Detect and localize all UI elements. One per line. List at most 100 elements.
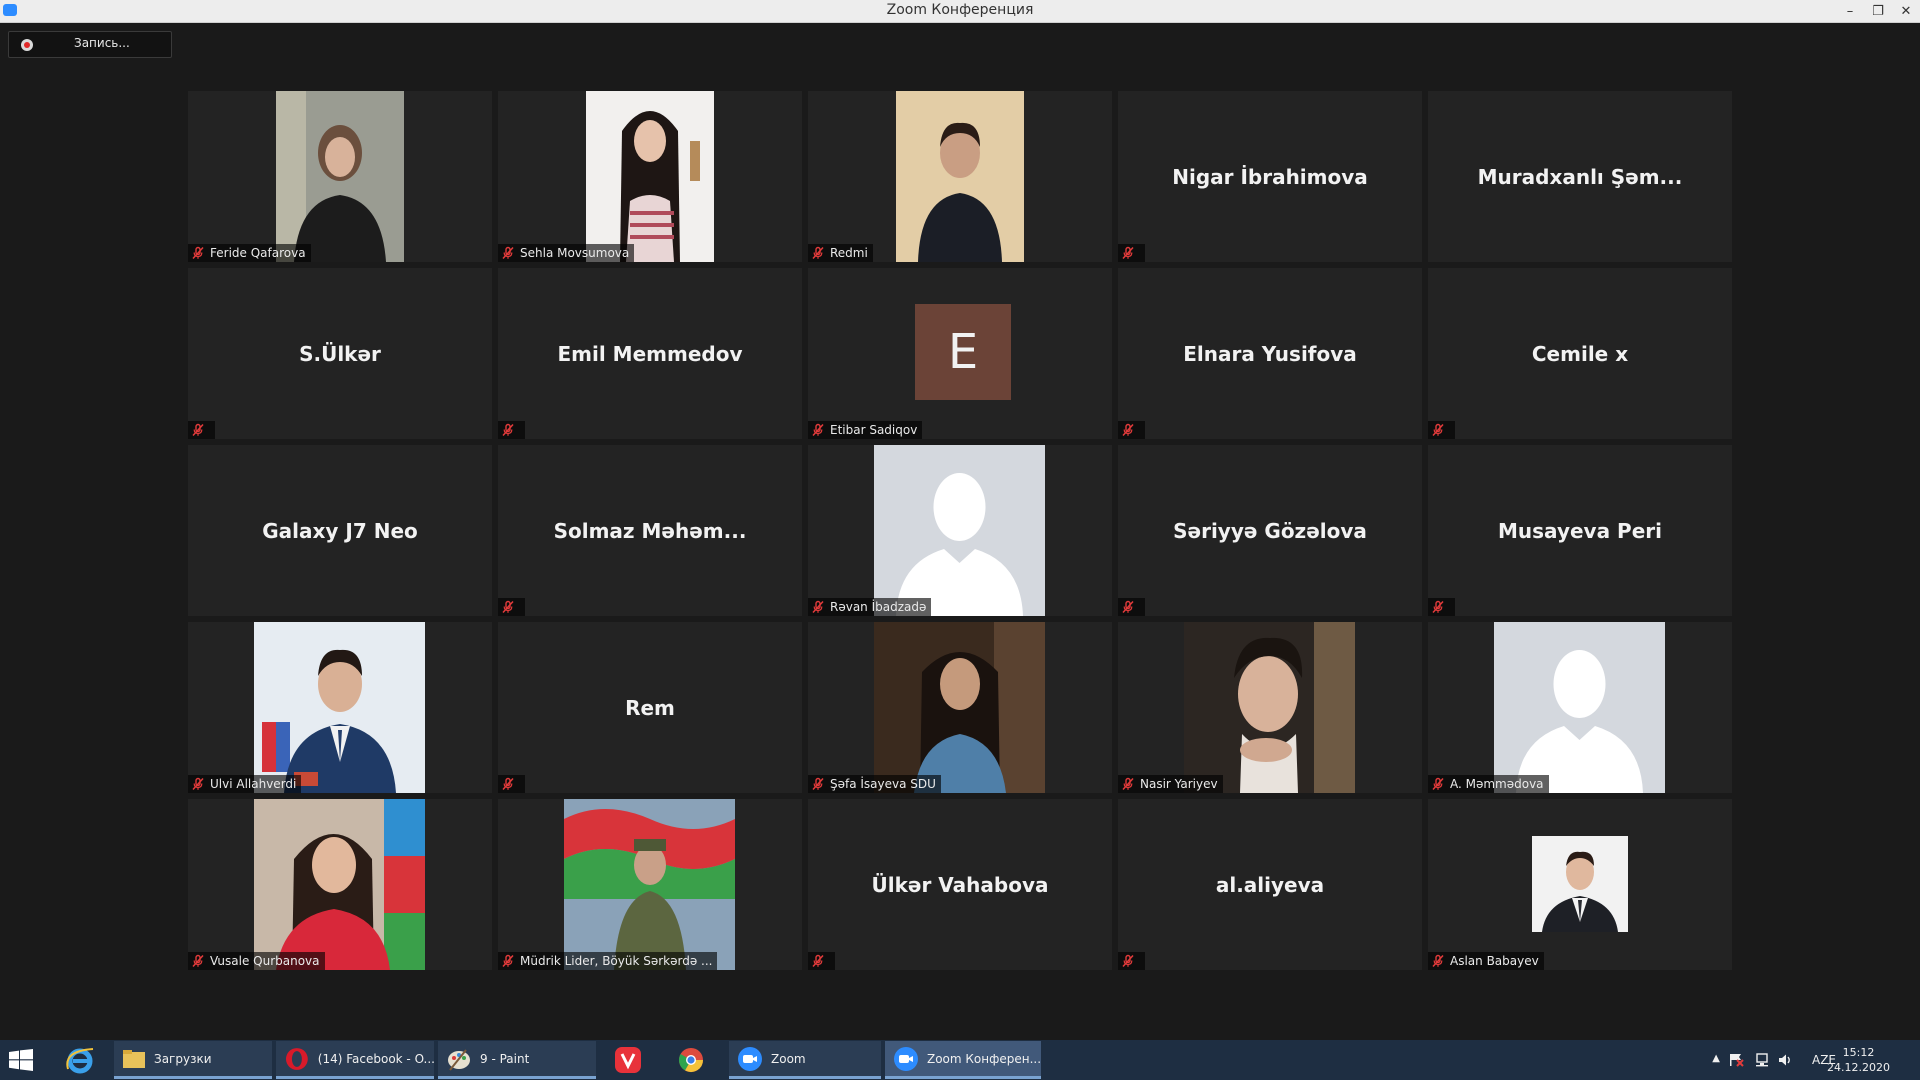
person-silhouette-icon: [874, 445, 1045, 616]
participant-tile[interactable]: Aslan Babayev: [1428, 799, 1732, 970]
muted-mic-icon: [811, 600, 825, 614]
participant-name: Etibar Sadiqov: [830, 423, 918, 437]
participant-name-bar: [1428, 598, 1455, 616]
participant-name-bar: [188, 421, 215, 439]
muted-mic-icon: [811, 777, 825, 791]
participant-display-name: S.Ülkər: [299, 342, 381, 366]
participant-display-name: Cemile x: [1531, 342, 1629, 366]
muted-mic-icon: [191, 423, 205, 437]
participant-tile[interactable]: Solmaz Məhəm...: [498, 445, 802, 616]
minimize-button[interactable]: –: [1836, 0, 1864, 22]
paint-icon: [448, 1048, 470, 1071]
volume-icon[interactable]: [1778, 1053, 1794, 1070]
participant-tile[interactable]: Nasir Yariyev: [1118, 622, 1422, 793]
participant-tile[interactable]: Elnara Yusifova: [1118, 268, 1422, 439]
participant-photo: [254, 799, 425, 970]
default-avatar: [874, 445, 1045, 616]
participant-name: Sehla Movsumova: [520, 246, 630, 260]
record-icon: [21, 39, 33, 51]
participant-display-name: Rem: [625, 696, 675, 720]
participant-tile[interactable]: Galaxy J7 Neo: [188, 445, 492, 616]
task-label: 9 - Paint: [480, 1051, 530, 1066]
muted-mic-icon: [1121, 954, 1135, 968]
participant-display-name: Ülkər Vahabova: [871, 873, 1049, 897]
participant-display-name: Galaxy J7 Neo: [262, 519, 418, 543]
participant-name-bar: Vusale Qurbanova: [188, 952, 325, 970]
taskbar-item-downloads[interactable]: Загрузки: [114, 1041, 272, 1079]
muted-mic-icon: [1121, 423, 1135, 437]
participant-name: Nasir Yariyev: [1140, 777, 1218, 791]
network-icon[interactable]: [1754, 1053, 1770, 1070]
participant-video: [874, 622, 1045, 793]
participant-tile[interactable]: Redmi: [808, 91, 1112, 262]
recording-indicator[interactable]: Запись...: [8, 31, 172, 58]
participant-tile[interactable]: E Etibar Sadiqov: [808, 268, 1112, 439]
participant-name-bar: [1118, 598, 1145, 616]
muted-mic-icon: [811, 246, 825, 260]
participant-display-name: Nigar İbrahimova: [1172, 165, 1368, 189]
windows-taskbar: Загрузки (14) Facebook - O... 9 - Paint …: [0, 1040, 1920, 1080]
participant-tile[interactable]: A. Məmmədova: [1428, 622, 1732, 793]
gallery-grid: Feride Qafarova Sehla Movsumova Redmi Ni…: [188, 91, 1732, 970]
vivaldi-icon[interactable]: [608, 1044, 648, 1076]
participant-display-name: Səriyyə Gözəlova: [1173, 519, 1367, 543]
task-label: Zoom Конферен...: [926, 1051, 1041, 1066]
participant-display-name: Musayeva Peri: [1498, 519, 1662, 543]
participant-name-bar: [1118, 952, 1145, 970]
participant-tile[interactable]: Müdrik Lider, Böyük Sərkərdə ...: [498, 799, 802, 970]
taskbar-item-zoom-meeting[interactable]: Zoom Конферен...: [885, 1041, 1041, 1079]
participant-tile[interactable]: Vusale Qurbanova: [188, 799, 492, 970]
participant-tile[interactable]: Ulvi Allahverdi: [188, 622, 492, 793]
participant-tile[interactable]: al.aliyeva: [1118, 799, 1422, 970]
participant-name-bar: Redmi: [808, 244, 873, 262]
participant-name: Feride Qafarova: [210, 246, 306, 260]
participant-name-bar: [498, 775, 525, 793]
participant-name-bar: [808, 952, 835, 970]
windows-start-icon[interactable]: [9, 1049, 33, 1071]
person-silhouette-icon: [1494, 622, 1665, 793]
participant-tile[interactable]: Muradxanlı Şəm...: [1428, 91, 1732, 262]
restore-button[interactable]: ❐: [1864, 0, 1892, 22]
participant-tile[interactable]: Şəfa İsayeva SDU: [808, 622, 1112, 793]
participant-name-bar: Aslan Babayev: [1428, 952, 1544, 970]
taskbar-item-facebook[interactable]: (14) Facebook - O...: [276, 1041, 434, 1079]
participant-name-bar: [498, 421, 525, 439]
clock-time: 15:12: [1842, 1046, 1875, 1059]
participant-name-bar: Nasir Yariyev: [1118, 775, 1223, 793]
taskbar-item-paint[interactable]: 9 - Paint: [438, 1041, 596, 1079]
window-controls: – ❐ ✕: [1836, 0, 1920, 22]
participant-display-name: Solmaz Məhəm...: [553, 519, 747, 543]
participant-name-bar: Etibar Sadiqov: [808, 421, 923, 439]
muted-mic-icon: [501, 954, 515, 968]
participant-tile[interactable]: Cemile x: [1428, 268, 1732, 439]
action-center-flag-icon[interactable]: [1728, 1053, 1744, 1070]
muted-mic-icon: [1431, 954, 1445, 968]
participant-tile[interactable]: Rem: [498, 622, 802, 793]
participant-tile[interactable]: Nigar İbrahimova: [1118, 91, 1422, 262]
task-label: Загрузки: [154, 1051, 212, 1066]
system-clock[interactable]: 15:12 24.12.2020: [1827, 1045, 1890, 1075]
muted-mic-icon: [501, 246, 515, 260]
participant-video: [896, 91, 1024, 262]
participant-name-bar: [1428, 421, 1455, 439]
participant-tile[interactable]: Səriyyə Gözəlova: [1118, 445, 1422, 616]
muted-mic-icon: [501, 600, 515, 614]
participant-display-name: al.aliyeva: [1215, 873, 1325, 897]
participant-name: Ulvi Allahverdi: [210, 777, 297, 791]
participant-name-bar: [498, 598, 525, 616]
tray-overflow-button[interactable]: ▲: [1712, 1053, 1720, 1064]
participant-tile[interactable]: Musayeva Peri: [1428, 445, 1732, 616]
participant-tile[interactable]: Sehla Movsumova: [498, 91, 802, 262]
participant-tile[interactable]: Ülkər Vahabova: [808, 799, 1112, 970]
chrome-icon[interactable]: [671, 1044, 711, 1076]
close-button[interactable]: ✕: [1892, 0, 1920, 22]
taskbar-item-zoom[interactable]: Zoom: [729, 1041, 881, 1079]
internet-explorer-icon[interactable]: [60, 1044, 100, 1076]
participant-tile[interactable]: Feride Qafarova: [188, 91, 492, 262]
participant-tile[interactable]: S.Ülkər: [188, 268, 492, 439]
zoom-icon: [893, 1046, 918, 1071]
participant-tile[interactable]: Emil Memmedov: [498, 268, 802, 439]
muted-mic-icon: [1431, 423, 1445, 437]
participant-tile[interactable]: Rəvan İbadzadə: [808, 445, 1112, 616]
participant-display-name: Muradxanlı Şəm...: [1477, 165, 1683, 189]
